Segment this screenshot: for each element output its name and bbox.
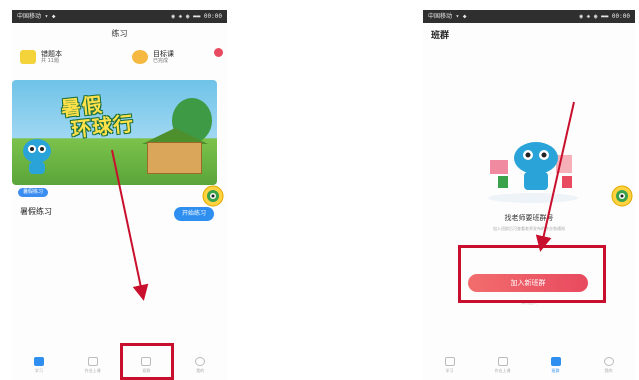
tab-label: 作业上课 xyxy=(84,368,101,373)
target-icon xyxy=(132,50,148,64)
screenshot-canvas: 中国移动 ▾ ◆ ◉ ◈ ◉ ▬▬ 00:00 练习 错题本 共 11题 目标课… xyxy=(0,0,639,380)
class-group-screen: 中国移动 ▾ ◆ ◉ ◈ ◉ ▬▬ 00:00 班群 找老师要班群号 加入班群后… xyxy=(423,10,635,380)
start-practice-button[interactable]: 开始练习 xyxy=(174,207,215,221)
floating-mascot-icon[interactable] xyxy=(202,185,224,207)
tool-label: 目标课 xyxy=(153,50,174,58)
notebook-icon xyxy=(20,50,36,64)
empty-state-illustration xyxy=(488,142,578,203)
summer-banner[interactable]: 暑假 环球行 xyxy=(12,80,217,185)
tab-bar: 学习 作业上课 班群 我的 xyxy=(423,350,635,380)
practice-screen: 中国移动 ▾ ◆ ◉ ◈ ◉ ▬▬ 00:00 练习 错题本 共 11题 目标课… xyxy=(12,10,227,380)
status-left: 中国移动 ▾ ◆ xyxy=(17,13,56,20)
tool-label: 错题本 xyxy=(41,50,62,58)
status-right: ◉ ◈ ◉ ▬▬ 00:00 xyxy=(579,13,630,20)
wrong-questions-entry[interactable]: 错题本 共 11题 xyxy=(20,50,62,64)
tab-label: 我的 xyxy=(604,368,613,373)
mine-tab-icon xyxy=(195,357,206,366)
tab-homework[interactable]: 作业上课 xyxy=(483,357,523,373)
banner-line-2: 环球行 xyxy=(70,111,136,142)
status-left: 中国移动 ▾ ◆ xyxy=(428,13,467,20)
study-tab-icon xyxy=(33,357,44,366)
banner-title: 暑假 环球行 xyxy=(60,90,135,141)
empty-state-title: 找老师要班群号 xyxy=(504,214,554,222)
tab-mine[interactable]: 我的 xyxy=(589,357,629,373)
mascot-icon xyxy=(23,139,51,174)
mine-tab-icon xyxy=(603,357,614,366)
study-tab-icon xyxy=(444,357,455,366)
section-title: 暑假练习 xyxy=(20,207,52,216)
tab-label: 班群 xyxy=(551,368,560,373)
tool-sub: 共 11题 xyxy=(41,58,59,64)
message-icon[interactable] xyxy=(214,48,223,57)
homework-tab-icon xyxy=(497,357,508,366)
class-group-tab-icon xyxy=(550,357,561,366)
tab-study[interactable]: 学习 xyxy=(430,357,470,373)
join-button-highlight xyxy=(458,245,606,303)
tab-label: 学习 xyxy=(445,368,454,373)
target-course-entry[interactable]: 目标课 已完成 xyxy=(132,50,174,64)
page-title: 班群 xyxy=(431,31,450,41)
tab-label: 我的 xyxy=(196,368,205,373)
tab-study[interactable]: 学习 xyxy=(19,357,59,373)
tab-label: 作业上课 xyxy=(494,368,511,373)
status-right: ◉ ◈ ◉ ▬▬ 00:00 xyxy=(171,13,222,20)
empty-state-subtitle: 加入班群后可查看老师发布的作业和通知 xyxy=(493,226,565,231)
tab-homework[interactable]: 作业上课 xyxy=(73,357,113,373)
status-bar: 中国移动 ▾ ◆ ◉ ◈ ◉ ▬▬ 00:00 xyxy=(12,10,227,23)
house-decoration xyxy=(147,142,202,174)
tab-mine[interactable]: 我的 xyxy=(180,357,220,373)
practice-badge: 暑假练习 xyxy=(18,188,49,197)
status-bar: 中国移动 ▾ ◆ ◉ ◈ ◉ ▬▬ 00:00 xyxy=(423,10,635,23)
tab-label: 学习 xyxy=(34,368,43,373)
tool-sub: 已完成 xyxy=(153,58,169,64)
class-group-tab-highlight xyxy=(120,343,174,380)
homework-tab-icon xyxy=(87,357,98,366)
tab-class-group[interactable]: 班群 xyxy=(536,357,576,373)
floating-mascot-icon[interactable] xyxy=(611,185,633,207)
page-title: 练习 xyxy=(111,29,128,38)
